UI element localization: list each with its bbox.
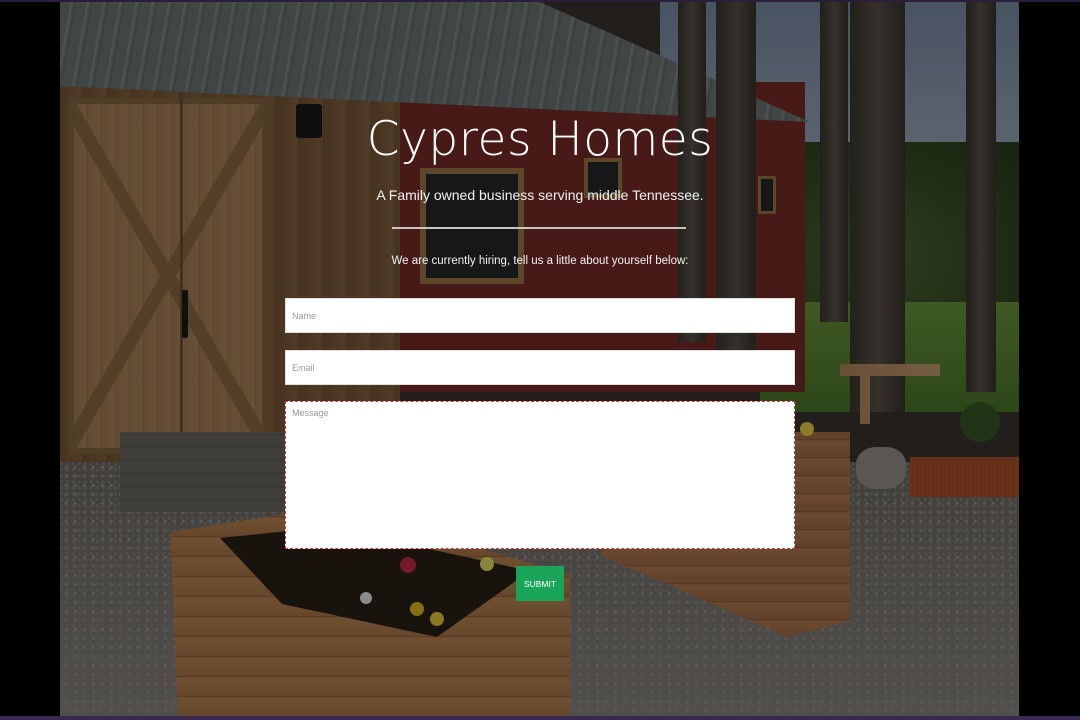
page-title: Cypres Homes	[366, 112, 714, 167]
hiring-message: We are currently hiring, tell us a littl…	[391, 255, 689, 267]
window-frame-bottom	[0, 716, 1080, 720]
email-field[interactable]	[285, 350, 795, 385]
submit-button[interactable]: SUBMIT	[516, 566, 564, 601]
title-divider	[392, 227, 686, 229]
page-subtitle: A Family owned business serving middle T…	[376, 187, 704, 203]
message-field[interactable]	[285, 401, 795, 549]
name-field[interactable]	[285, 298, 795, 333]
